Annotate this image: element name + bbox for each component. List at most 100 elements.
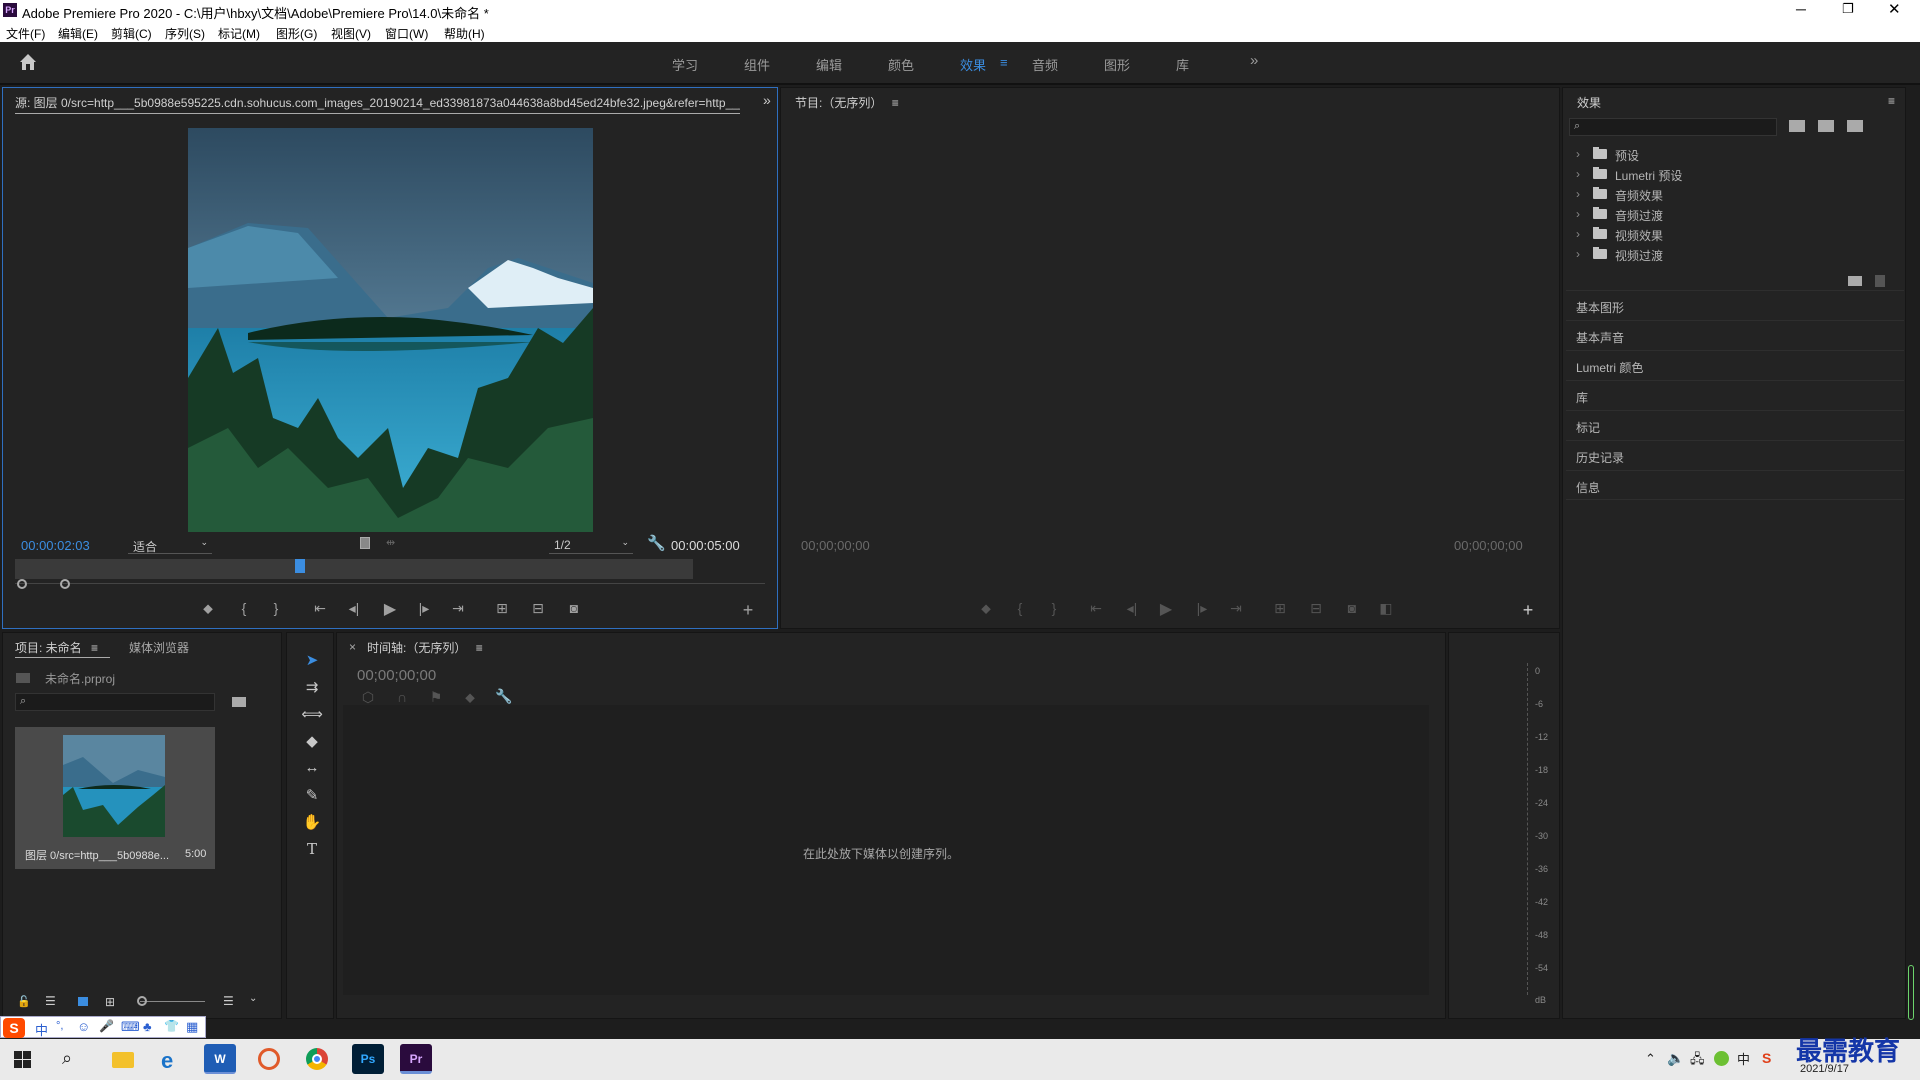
add-button-icon[interactable]: + bbox=[1519, 600, 1537, 621]
settings-toggle-icon[interactable] bbox=[360, 537, 370, 549]
tab-media-browser[interactable]: 媒体浏览器 bbox=[129, 639, 189, 656]
vertical-scrollbar[interactable] bbox=[1908, 965, 1914, 1020]
section-markers[interactable]: 标记 bbox=[1566, 410, 1904, 440]
snap-icon[interactable]: ∩ bbox=[393, 689, 411, 705]
program-monitor-title[interactable]: 节目:（无序列） ≡ bbox=[795, 94, 899, 111]
export-frame-icon[interactable]: ◙ bbox=[565, 600, 583, 616]
zoom-scroll-bar[interactable] bbox=[15, 583, 765, 589]
menu-window[interactable]: 窗口(W) bbox=[385, 25, 428, 42]
zoom-handle-left[interactable] bbox=[17, 579, 27, 589]
section-info[interactable]: 信息 bbox=[1566, 470, 1904, 500]
effects-item-audio-transitions[interactable]: › 音频过渡 bbox=[1571, 205, 1899, 224]
pen-tool-icon[interactable]: ✎ bbox=[298, 786, 326, 808]
new-bin-icon[interactable] bbox=[1848, 276, 1862, 286]
effects-item-lumetri-presets[interactable]: › Lumetri 预设 bbox=[1571, 165, 1899, 184]
go-to-in-icon[interactable]: ⇤ bbox=[311, 600, 329, 617]
panel-menu-icon[interactable]: ≡ bbox=[1888, 94, 1895, 108]
edge-browser-icon[interactable]: e bbox=[161, 1048, 173, 1074]
paint-app-icon[interactable] bbox=[258, 1048, 280, 1070]
workspace-learn[interactable]: 学习 bbox=[672, 55, 698, 74]
ime-voice-icon[interactable]: 🎤 bbox=[99, 1019, 114, 1033]
project-search-box[interactable]: ⌕ bbox=[15, 693, 215, 711]
menu-view[interactable]: 视图(V) bbox=[331, 25, 371, 42]
step-back-icon[interactable]: ◂| bbox=[345, 600, 363, 617]
effects-item-presets[interactable]: › 预设 bbox=[1571, 145, 1899, 164]
list-view-icon[interactable]: ☰ bbox=[45, 994, 56, 1008]
workspace-effects[interactable]: 效果 bbox=[960, 55, 986, 74]
panel-menu-icon[interactable]: ≡ bbox=[476, 641, 483, 655]
icon-view-icon[interactable] bbox=[78, 997, 88, 1006]
tab-project[interactable]: 项目: 未命名 ≡ bbox=[15, 639, 98, 656]
chevron-down-icon[interactable]: ⌄ bbox=[249, 993, 257, 1004]
ime-skin-icon[interactable]: 👕 bbox=[164, 1019, 179, 1033]
zoom-slider-handle[interactable] bbox=[137, 996, 147, 1006]
play-icon[interactable]: ▶ bbox=[1157, 599, 1175, 619]
freeform-view-icon[interactable]: ⊞ bbox=[105, 995, 115, 1009]
ime-emoji-icon[interactable]: ☺ bbox=[77, 1019, 90, 1034]
section-history[interactable]: 历史记录 bbox=[1566, 440, 1904, 470]
add-marker-icon[interactable]: ⬥ bbox=[977, 600, 995, 617]
mark-in-icon[interactable]: { bbox=[235, 600, 253, 616]
workspace-graphics[interactable]: 图形 bbox=[1104, 55, 1130, 74]
ime-tools-icon[interactable]: ♣ bbox=[143, 1019, 152, 1034]
panel-menu-icon[interactable]: ≡ bbox=[91, 641, 98, 655]
new-search-bin-icon[interactable] bbox=[232, 697, 246, 707]
project-clip-item[interactable]: 图层 0/src=http___5b0988e... 5:00 bbox=[15, 727, 215, 869]
track-select-tool-icon[interactable]: ⇉ bbox=[298, 678, 326, 700]
effects-item-video-effects[interactable]: › 视频效果 bbox=[1571, 225, 1899, 244]
effects-item-audio-effects[interactable]: › 音频效果 bbox=[1571, 185, 1899, 204]
source-fit-dropdown[interactable]: 适合 ⌄ bbox=[128, 536, 212, 554]
32bit-effects-icon[interactable] bbox=[1818, 120, 1834, 132]
add-marker-icon[interactable]: ⬥ bbox=[199, 600, 217, 617]
ime-menu-icon[interactable]: ▦ bbox=[186, 1019, 198, 1035]
sogou-logo-icon[interactable]: S bbox=[3, 1018, 25, 1038]
workspace-effects-menu-icon[interactable]: ≡ bbox=[1000, 55, 1008, 70]
mark-out-icon[interactable]: } bbox=[267, 600, 285, 616]
linked-selection-icon[interactable]: ⚑ bbox=[427, 689, 445, 706]
overwrite-icon[interactable]: ⊟ bbox=[529, 600, 547, 617]
workspace-overflow-icon[interactable]: » bbox=[1250, 52, 1258, 69]
add-marker-icon[interactable]: ⬥ bbox=[461, 689, 479, 706]
close-tab-icon[interactable]: × bbox=[349, 640, 356, 654]
mark-out-icon[interactable]: } bbox=[1045, 600, 1063, 616]
workspace-audio[interactable]: 音频 bbox=[1032, 55, 1058, 74]
trash-icon[interactable] bbox=[1875, 275, 1885, 287]
menu-graphics[interactable]: 图形(G) bbox=[276, 25, 317, 42]
hand-tool-icon[interactable]: ✋ bbox=[298, 813, 326, 835]
workspace-color[interactable]: 颜色 bbox=[888, 55, 914, 74]
step-back-icon[interactable]: ◂| bbox=[1123, 600, 1141, 617]
windows-start-icon[interactable] bbox=[14, 1051, 31, 1068]
lock-icon[interactable]: 🔓 bbox=[17, 995, 31, 1008]
sogou-tray-icon[interactable]: S bbox=[1762, 1050, 1771, 1066]
step-forward-icon[interactable]: |▸ bbox=[1193, 600, 1211, 617]
accelerated-effects-icon[interactable] bbox=[1789, 120, 1805, 132]
effects-item-video-transitions[interactable]: › 视频过渡 bbox=[1571, 245, 1899, 264]
source-resolution-dropdown[interactable]: 1/2 ⌄ bbox=[549, 536, 633, 554]
photoshop-app-icon[interactable]: Ps bbox=[352, 1044, 384, 1074]
ime-punctuation-icon[interactable]: °, bbox=[56, 1020, 63, 1032]
home-icon[interactable] bbox=[18, 52, 38, 72]
menu-file[interactable]: 文件(F) bbox=[6, 25, 45, 42]
panel-menu-icon[interactable]: ≡ bbox=[892, 96, 899, 110]
zoom-handle-right[interactable] bbox=[60, 579, 70, 589]
effects-search-input[interactable] bbox=[1588, 120, 1773, 134]
ripple-edit-tool-icon[interactable]: ⟺ bbox=[298, 705, 326, 727]
go-to-out-icon[interactable]: ⇥ bbox=[449, 600, 467, 617]
menu-help[interactable]: 帮助(H) bbox=[444, 25, 485, 42]
ime-keyboard-icon[interactable]: ⌨ bbox=[121, 1019, 140, 1035]
menu-marker[interactable]: 标记(M) bbox=[218, 25, 260, 42]
workspace-libraries[interactable]: 库 bbox=[1176, 55, 1189, 74]
tray-app-icon[interactable] bbox=[1714, 1051, 1729, 1066]
selection-tool-icon[interactable]: ➤ bbox=[298, 651, 326, 673]
restore-icon[interactable]: ❐ bbox=[1842, 1, 1854, 17]
chrome-app-icon[interactable] bbox=[306, 1048, 328, 1070]
section-libraries[interactable]: 库 bbox=[1566, 380, 1904, 410]
mark-in-icon[interactable]: { bbox=[1011, 600, 1029, 616]
close-icon[interactable]: ✕ bbox=[1888, 0, 1901, 18]
workspace-assembly[interactable]: 组件 bbox=[744, 55, 770, 74]
timeline-track-area[interactable]: 在此处放下媒体以创建序列。 bbox=[343, 705, 1429, 995]
insert-edit-icon[interactable]: ⇹ bbox=[386, 536, 395, 549]
wrench-icon[interactable]: 🔧 bbox=[647, 534, 666, 552]
section-essential-graphics[interactable]: 基本图形 bbox=[1566, 290, 1904, 320]
menu-sequence[interactable]: 序列(S) bbox=[165, 25, 205, 42]
